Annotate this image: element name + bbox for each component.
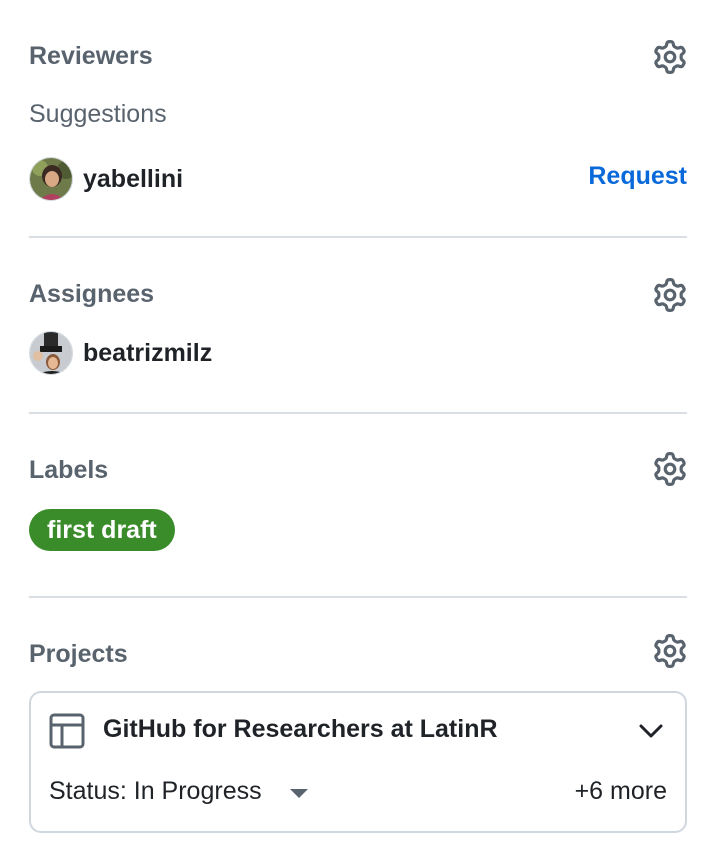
project-status-dropdown[interactable]: Status: In Progress	[49, 777, 308, 806]
assignees-section: Assignees beatrizmilz	[29, 276, 687, 386]
suggested-reviewer-name: yabellini	[83, 164, 184, 193]
suggestions-label: Suggestions	[29, 100, 167, 128]
project-card: GitHub for Researchers at LatinR Status:…	[29, 691, 687, 833]
labels-section: Labels first draft	[29, 452, 687, 562]
projects-gear-icon[interactable]	[653, 634, 687, 668]
assignees-gear-icon[interactable]	[653, 278, 687, 312]
divider	[29, 412, 687, 414]
table-icon	[49, 713, 85, 749]
reviewers-title: Reviewers	[29, 42, 153, 70]
label-first-draft[interactable]: first draft	[29, 509, 175, 551]
project-status: Status: In Progress	[49, 777, 262, 805]
reviewers-gear-icon[interactable]	[653, 40, 687, 74]
assignee[interactable]: beatrizmilz	[29, 330, 212, 376]
assignee-name: beatrizmilz	[83, 338, 213, 367]
projects-section: Projects	[29, 634, 687, 686]
avatar	[29, 157, 73, 201]
more-fields-button[interactable]: +6 more	[575, 777, 667, 806]
labels-gear-icon[interactable]	[653, 452, 687, 486]
divider	[29, 596, 687, 598]
chevron-down-icon[interactable]	[637, 721, 665, 741]
project-name[interactable]: GitHub for Researchers at LatinR	[103, 715, 498, 744]
reviewers-section: Reviewers Suggestions yabellini Request	[29, 36, 687, 206]
projects-title: Projects	[29, 640, 128, 668]
divider	[29, 236, 687, 238]
labels-title: Labels	[29, 456, 109, 484]
avatar	[29, 331, 73, 375]
caret-down-icon	[289, 789, 308, 798]
suggested-reviewer[interactable]: yabellini	[29, 156, 183, 202]
assignees-title: Assignees	[29, 280, 155, 308]
request-review-button[interactable]: Request	[588, 162, 687, 191]
